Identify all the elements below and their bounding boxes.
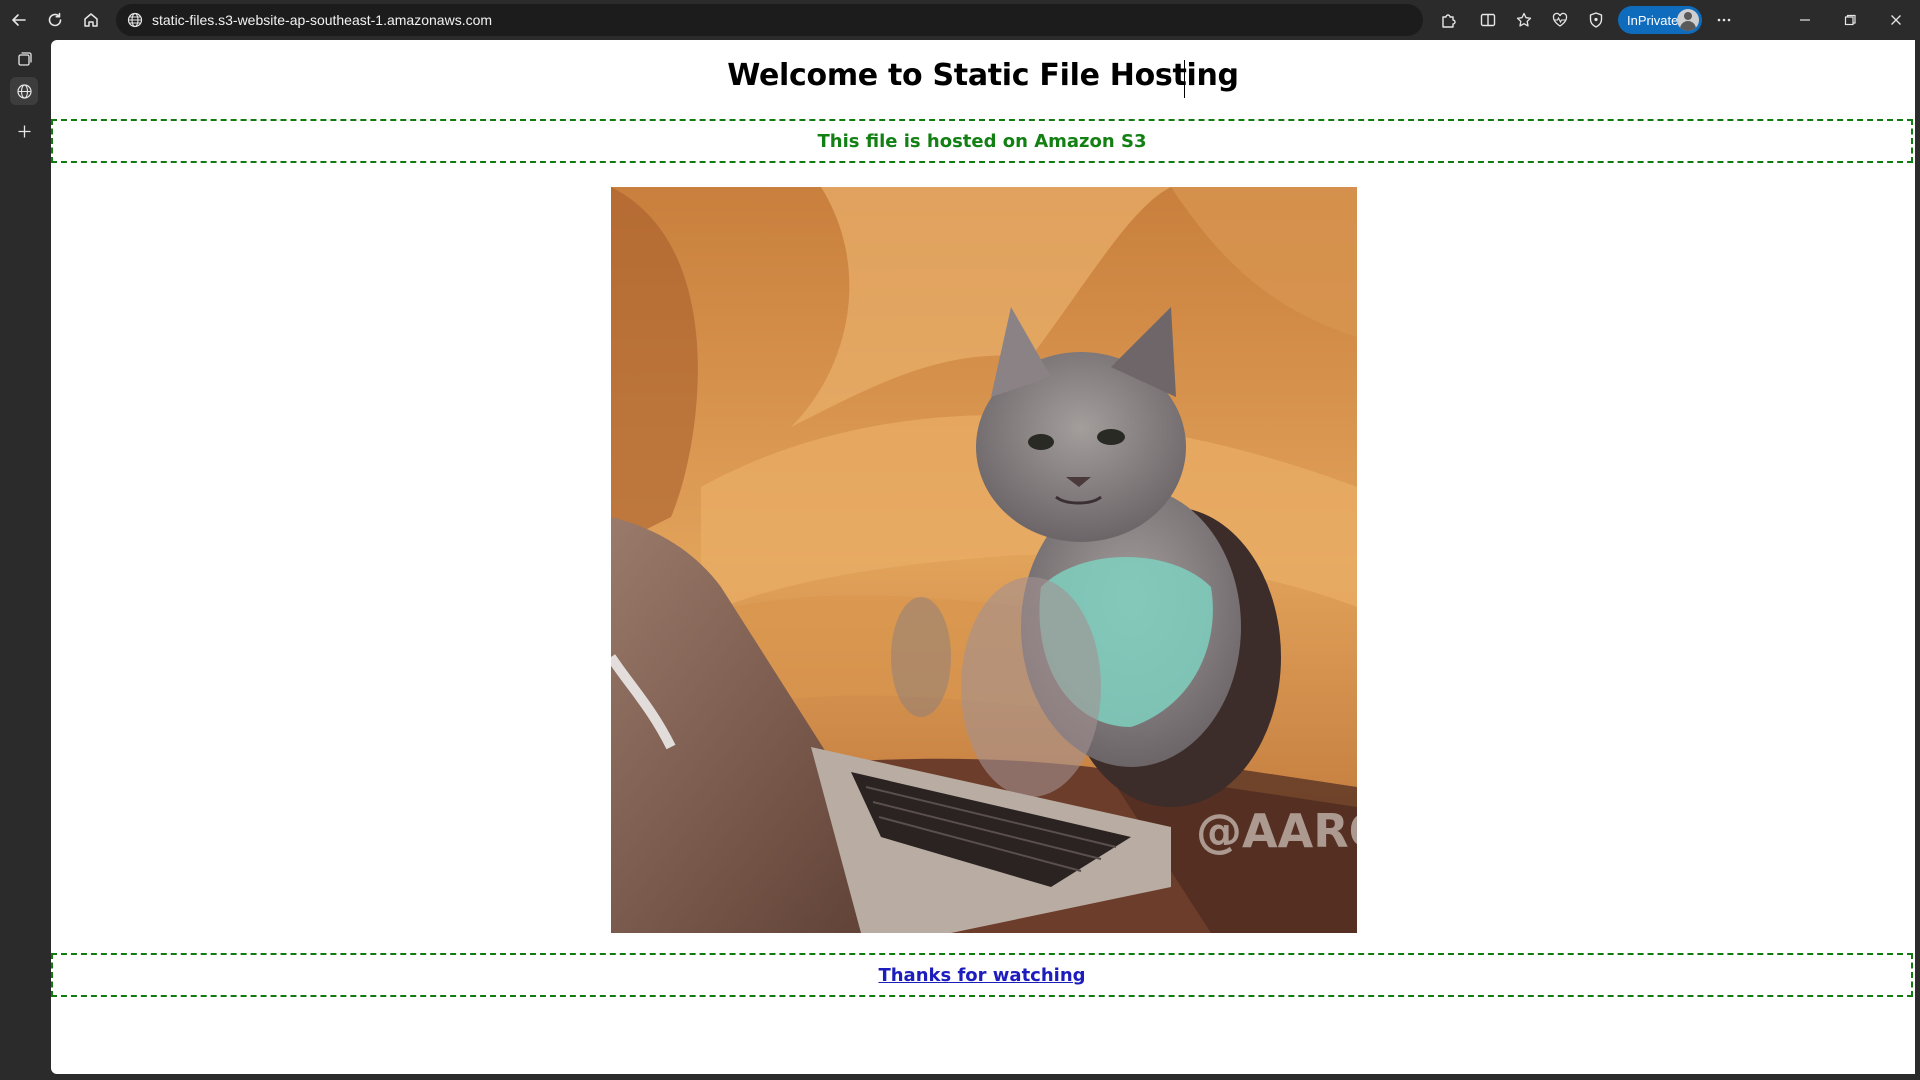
url-text[interactable]: static-files.s3-website-ap-southeast-1.a… — [152, 12, 492, 28]
image-watermark: @AARON — [1196, 804, 1357, 858]
new-tab-button[interactable] — [10, 117, 38, 145]
inprivate-label: InPrivate — [1627, 12, 1679, 28]
restore-icon — [1844, 14, 1856, 26]
tab-actions-button[interactable] — [10, 45, 38, 73]
close-icon — [1891, 15, 1901, 25]
extensions-button[interactable] — [1434, 6, 1462, 34]
split-screen-icon — [1480, 13, 1496, 27]
globe-tab-icon — [16, 83, 32, 99]
refresh-button[interactable] — [41, 6, 69, 34]
favorites-button[interactable] — [1510, 6, 1538, 34]
footer-banner: Thanks for watching — [51, 953, 1913, 997]
hosted-message: This file is hosted on Amazon S3 — [817, 130, 1147, 152]
minimize-button[interactable] — [1791, 6, 1819, 34]
refresh-icon — [48, 12, 62, 27]
ellipsis-icon — [1717, 18, 1731, 22]
more-button[interactable] — [1710, 6, 1738, 34]
inprivate-badge[interactable]: InPrivate — [1618, 6, 1702, 34]
back-arrow-icon — [12, 14, 26, 26]
home-icon — [84, 13, 98, 27]
home-button[interactable] — [77, 6, 105, 34]
hosted-banner: This file is hosted on Amazon S3 — [51, 119, 1913, 163]
new-tab-plus-icon — [18, 125, 30, 137]
security-button[interactable] — [1582, 6, 1610, 34]
puzzle-icon — [1442, 14, 1456, 28]
health-button[interactable] — [1546, 6, 1574, 34]
split-screen-button[interactable] — [1474, 6, 1502, 34]
heart-pulse-icon — [1552, 12, 1568, 27]
globe-icon[interactable] — [126, 11, 144, 29]
profile-avatar-icon — [1677, 9, 1699, 31]
cat-typing-image: @AARON — [611, 187, 1357, 933]
star-icon — [1516, 12, 1532, 27]
shield-icon — [1589, 12, 1603, 28]
thanks-for-watching-link[interactable]: Thanks for watching — [878, 965, 1085, 986]
restore-button[interactable] — [1836, 6, 1864, 34]
current-tab[interactable] — [10, 77, 38, 105]
minimize-icon — [1800, 19, 1810, 21]
cat-typing-illustration: @AARON — [611, 187, 1357, 933]
address-bar[interactable]: static-files.s3-website-ap-southeast-1.a… — [116, 4, 1423, 36]
page-title: Welcome to Static File Hosting — [727, 58, 1239, 93]
page-viewport: Welcome to Static File Hosting This file… — [51, 40, 1915, 1074]
browser-toolbar: static-files.s3-website-ap-southeast-1.a… — [0, 0, 1920, 40]
text-caret — [1184, 60, 1185, 98]
vertical-tab-strip — [0, 40, 50, 1080]
close-button[interactable] — [1882, 6, 1910, 34]
tab-actions-icon — [17, 51, 32, 66]
back-button[interactable] — [5, 6, 33, 34]
